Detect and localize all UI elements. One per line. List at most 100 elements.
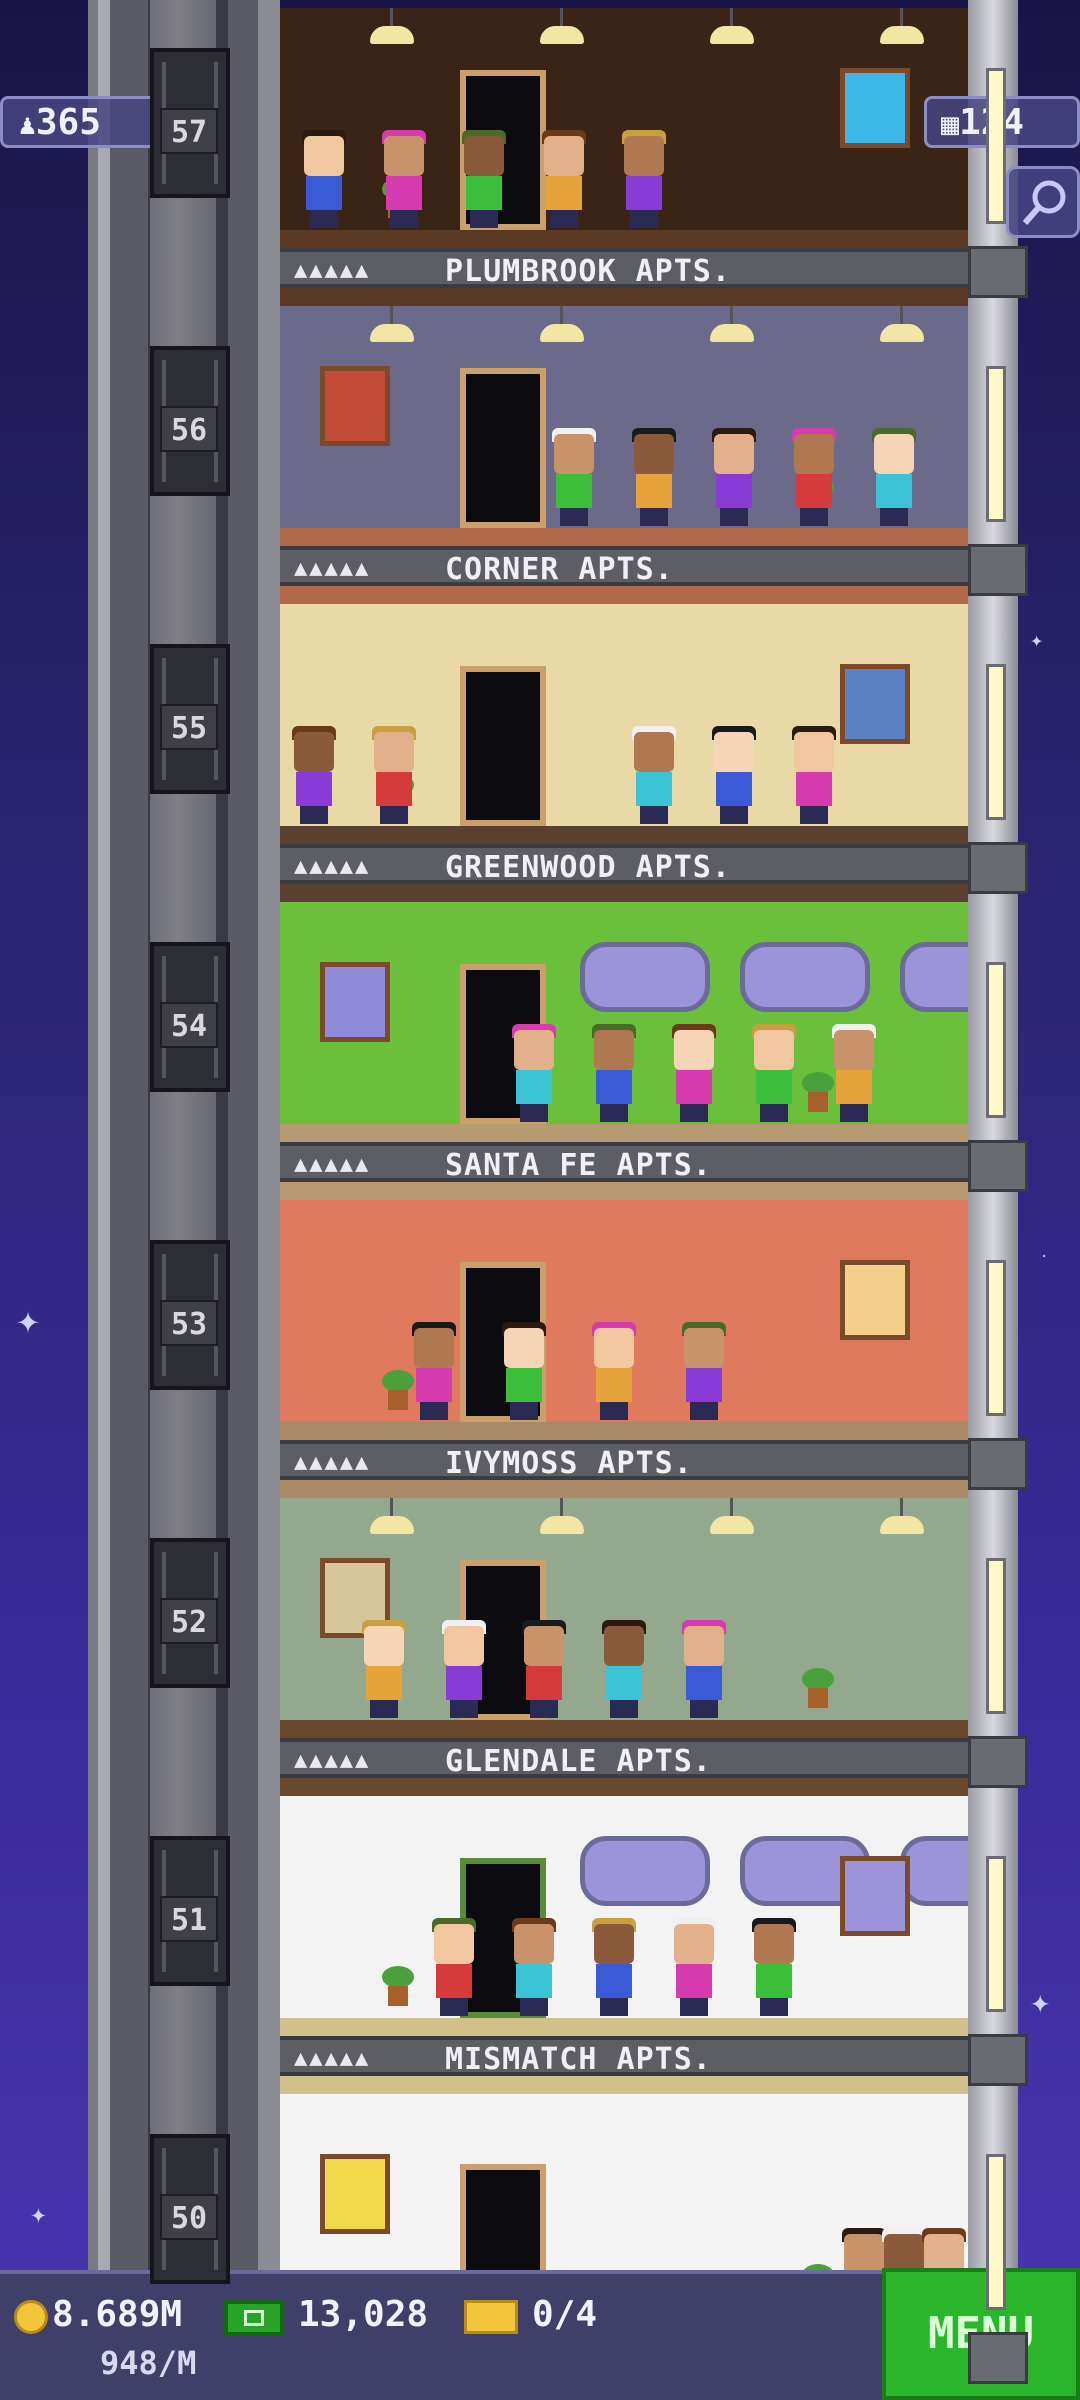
floor-number-label: 57 xyxy=(160,108,218,154)
floor-slab xyxy=(280,1480,968,1498)
lamp-cord xyxy=(900,306,903,326)
ceiling-lamp-icon xyxy=(710,26,754,44)
resident-person[interactable] xyxy=(360,1620,408,1718)
resident-person[interactable] xyxy=(410,1322,458,1420)
resident-slots-icon: ▲▲▲▲▲ xyxy=(294,2046,371,2071)
tower-bracket xyxy=(968,246,1028,298)
resident-person[interactable] xyxy=(500,1322,548,1420)
resident-person[interactable] xyxy=(290,726,338,824)
resident-person[interactable] xyxy=(460,130,508,228)
ceiling-lamp-icon xyxy=(540,26,584,44)
resident-person[interactable] xyxy=(790,428,838,526)
resident-person[interactable] xyxy=(550,428,598,526)
resident-person[interactable] xyxy=(710,428,758,526)
floor-name-bar[interactable]: ▲▲▲▲▲ GREENWOOD APTS. xyxy=(280,844,968,885)
resident-person[interactable] xyxy=(830,1024,878,1122)
floor-55[interactable]: ▲▲▲▲▲ GREENWOOD APTS. xyxy=(280,604,968,902)
resident-person[interactable] xyxy=(590,1024,638,1122)
resident-person[interactable] xyxy=(710,726,758,824)
resident-person[interactable] xyxy=(590,1322,638,1420)
search-button[interactable] xyxy=(1006,166,1080,238)
floor-name: GREENWOOD APTS. xyxy=(445,850,731,885)
tower-bracket xyxy=(968,1438,1028,1490)
floor-53[interactable]: ▲▲▲▲▲ IVYMOSS APTS. xyxy=(280,1200,968,1498)
resident-person[interactable] xyxy=(670,1024,718,1122)
resident-person[interactable] xyxy=(510,1024,558,1122)
resident-person[interactable] xyxy=(680,1620,728,1718)
resident-person[interactable] xyxy=(540,130,588,228)
resident-person[interactable] xyxy=(430,1918,478,2016)
resident-person[interactable] xyxy=(510,1918,558,2016)
resident-person[interactable] xyxy=(630,726,678,824)
tower-window-light xyxy=(986,962,1006,1118)
floor-name-bar[interactable]: ▲▲▲▲▲ IVYMOSS APTS. xyxy=(280,1440,968,1481)
population-counter[interactable]: ♟365 xyxy=(0,96,160,148)
resident-person[interactable] xyxy=(370,726,418,824)
resident-person[interactable] xyxy=(440,1620,488,1718)
wall-picture xyxy=(840,664,910,744)
room-floorboard xyxy=(280,230,968,248)
ceiling-lamp-icon xyxy=(370,324,414,342)
lamp-cord xyxy=(390,8,393,28)
star-decoration: ✦ xyxy=(1030,628,1044,653)
resident-person[interactable] xyxy=(790,726,838,824)
lamp-cord xyxy=(900,1498,903,1518)
floor-number-label: 56 xyxy=(160,406,218,452)
star-decoration: · xyxy=(1040,1249,1049,1265)
resident-slots-icon: ▲▲▲▲▲ xyxy=(294,1450,371,1475)
ceiling-lamp-icon xyxy=(710,324,754,342)
floor-slab xyxy=(280,1182,968,1200)
coin-icon xyxy=(14,2300,48,2334)
room-floorboard xyxy=(280,1720,968,1738)
floor-name: IVYMOSS APTS. xyxy=(445,1446,693,1481)
resident-person[interactable] xyxy=(620,130,668,228)
window xyxy=(580,1836,710,1906)
wall-picture xyxy=(320,2154,390,2234)
star-decoration: ✦ xyxy=(30,2197,47,2230)
coins-value: 8.689M xyxy=(52,2294,183,2335)
floor-name: CORNER APTS. xyxy=(445,552,674,587)
resident-person[interactable] xyxy=(630,428,678,526)
tower-window-light xyxy=(986,68,1006,224)
floor-number-label: 51 xyxy=(160,1896,218,1942)
resident-person[interactable] xyxy=(520,1620,568,1718)
wall-picture xyxy=(320,962,390,1042)
resident-person[interactable] xyxy=(680,1322,728,1420)
lamp-cord xyxy=(560,1498,563,1518)
floor-number-label: 53 xyxy=(160,1300,218,1346)
tower-bracket xyxy=(968,2034,1028,2086)
resident-slots-icon: ▲▲▲▲▲ xyxy=(294,854,371,879)
floor-name: GLENDALE APTS. xyxy=(445,1744,712,1779)
floor-56[interactable]: ▲▲▲▲▲ CORNER APTS. xyxy=(280,306,968,604)
apartment-door[interactable] xyxy=(460,368,546,528)
resident-person[interactable] xyxy=(750,1918,798,2016)
wall-picture xyxy=(840,1856,910,1936)
floor-name-bar[interactable]: ▲▲▲▲▲ GLENDALE APTS. xyxy=(280,1738,968,1779)
potted-plant-icon xyxy=(800,1668,836,1708)
resident-person[interactable] xyxy=(590,1918,638,2016)
resident-person[interactable] xyxy=(870,428,918,526)
floor-57[interactable]: ▲▲▲▲▲ PLUMBROOK APTS. xyxy=(280,8,968,306)
ceiling-lamp-icon xyxy=(370,26,414,44)
floor-52[interactable]: ▲▲▲▲▲ GLENDALE APTS. xyxy=(280,1498,968,1796)
magnifier-icon xyxy=(1022,180,1066,225)
floor-54[interactable]: ▲▲▲▲▲ SANTA FE APTS. xyxy=(280,902,968,1200)
room-floorboard xyxy=(280,528,968,546)
floor-number-label: 55 xyxy=(160,704,218,750)
resident-person[interactable] xyxy=(380,130,428,228)
star-decoration: ✦ xyxy=(16,1297,41,1343)
resident-person[interactable] xyxy=(300,130,348,228)
resident-person[interactable] xyxy=(600,1620,648,1718)
floor-name-bar[interactable]: ▲▲▲▲▲ SANTA FE APTS. xyxy=(280,1142,968,1183)
resident-person[interactable] xyxy=(750,1024,798,1122)
apartment-door[interactable] xyxy=(460,666,546,826)
floor-slab xyxy=(280,2076,968,2094)
resident-person[interactable] xyxy=(670,1918,718,2016)
floor-name: MISMATCH APTS. xyxy=(445,2042,712,2077)
floor-51[interactable]: ▲▲▲▲▲ MISMATCH APTS. xyxy=(280,1796,968,2094)
floor-number-label: 52 xyxy=(160,1598,218,1644)
floor-name-bar[interactable]: ▲▲▲▲▲ MISMATCH APTS. xyxy=(280,2036,968,2077)
floor-name-bar[interactable]: ▲▲▲▲▲ CORNER APTS. xyxy=(280,546,968,587)
floor-name-bar[interactable]: ▲▲▲▲▲ PLUMBROOK APTS. xyxy=(280,248,968,289)
bux-value: 13,028 xyxy=(298,2294,429,2335)
